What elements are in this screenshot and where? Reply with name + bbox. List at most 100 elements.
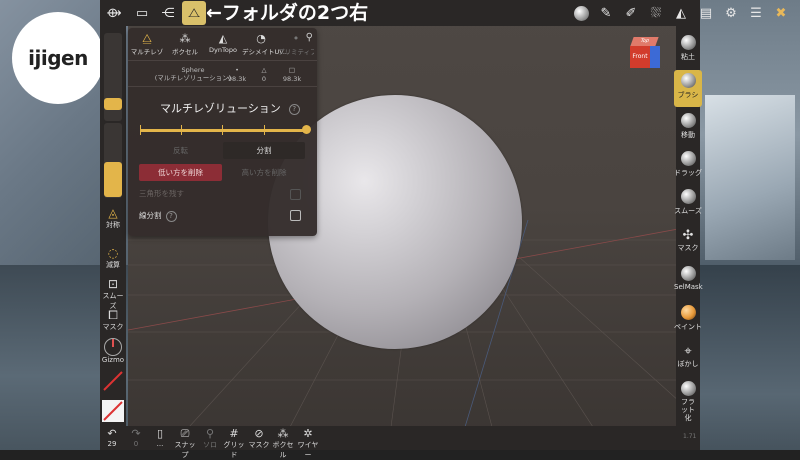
folder-icon[interactable]: ▭ <box>130 1 154 25</box>
snap-button[interactable]: ⎚ スナップ <box>172 428 198 460</box>
grid-icon: # <box>229 427 239 440</box>
phone-icon: ▯ <box>156 427 164 440</box>
delete-lower-button[interactable]: 低い方を削除 <box>139 164 222 181</box>
drag-tool[interactable]: ドラッグ <box>674 148 702 183</box>
blur-tool[interactable]: ⌖ ぼかし <box>674 341 702 376</box>
pin-icon[interactable]: ⚲ <box>306 32 313 43</box>
mask-icon: ✣ <box>682 228 694 243</box>
wireframe-icon: ✲ <box>303 427 313 440</box>
material-icon[interactable] <box>570 1 592 25</box>
paint-tool-icon[interactable]: ✎ <box>595 1 617 25</box>
lighting-icon[interactable]: ⛆ <box>645 1 667 25</box>
smooth-icon <box>680 189 696 204</box>
postprocess-icon[interactable]: ▤ <box>695 1 717 25</box>
solo-search-icon: ⚲ <box>205 427 215 440</box>
version-text: 1.71 <box>683 433 697 440</box>
tab-multires[interactable]: ⧋ マルチレゾ <box>128 32 166 56</box>
panel-tabs: ⧋ マルチレゾ ⁂ ボクセル ◭ DynTopo ◔ デシメイトUV... • … <box>128 30 317 60</box>
gizmo-icon <box>104 338 122 356</box>
annotation-text: ←フォルダの2つ右 <box>206 2 369 24</box>
list-settings-icon[interactable]: ☰ <box>745 1 767 25</box>
grid-pyramid-icon: ⧋ <box>142 32 152 45</box>
paint-icon <box>680 305 696 320</box>
eye-slash-icon: ⊘ <box>254 427 264 440</box>
scene-graph-icon[interactable]: ⋲ <box>156 1 180 25</box>
help-icon[interactable]: ? <box>165 210 177 222</box>
keep-triangles-label: 三角形を残す <box>139 189 184 198</box>
help-icon[interactable]: ? <box>288 103 300 115</box>
linear-subdivision-label: 線分割? <box>139 210 177 222</box>
stroke-icon[interactable]: ✐ <box>620 1 642 25</box>
mask-visibility-button[interactable]: ⊘ マスク <box>248 428 270 450</box>
smooth-box-icon: ⊡ <box>107 277 119 291</box>
redo-icon: ↷ <box>131 427 141 440</box>
camera-icon[interactable]: ◭ <box>670 1 692 25</box>
selmask-icon <box>680 266 696 281</box>
voxel-bottom-icon: ⁂ <box>277 427 289 440</box>
flatten-icon <box>680 381 696 396</box>
nomad-logo-icon[interactable]: ⟴ <box>102 1 126 25</box>
grid-button[interactable]: # グリッド <box>221 428 247 460</box>
reverse-button[interactable]: 反転 <box>139 142 222 159</box>
ijigen-logo: ijigen <box>12 12 104 104</box>
voxel-icon: ⁂ <box>179 32 191 45</box>
solo-button[interactable]: ⚲ ソロ <box>201 428 219 450</box>
resolution-slider[interactable] <box>140 129 306 132</box>
left-smooth-button[interactable]: ⊡ スムーズ <box>100 277 126 311</box>
undo-button[interactable]: ↶ 29 <box>104 427 120 449</box>
navigation-cube[interactable]: Top Front <box>628 37 661 70</box>
triangle-icon: △ <box>261 66 267 74</box>
brush-tool[interactable]: ブラシ <box>674 70 702 107</box>
camera-snap-icon: ⎚ <box>180 427 190 440</box>
panel-title: マルチレゾリューション? <box>160 100 300 116</box>
flatten-tool[interactable]: フラット化 <box>674 378 702 422</box>
vertex-count: • 98.3k <box>222 66 252 84</box>
linear-subdivision-checkbox[interactable] <box>290 210 301 221</box>
wireframe-button[interactable]: ✲ ワイヤー <box>296 428 320 460</box>
mask-box-icon: ⧠ <box>108 308 118 322</box>
subtract-button[interactable]: ◌ 減算 <box>100 246 126 270</box>
clay-tool[interactable]: 粘土 <box>674 32 702 69</box>
radius-slider-fill <box>104 98 122 110</box>
voxel-bottom-button[interactable]: ⁂ ボクセル <box>270 428 296 460</box>
subdivide-button[interactable]: 分割 <box>223 142 305 159</box>
intensity-slider-fill <box>104 162 122 197</box>
multires-panel: ⧋ マルチレゾ ⁂ ボクセル ◭ DynTopo ◔ デシメイトUV... • … <box>128 28 317 236</box>
subtract-icon: ◌ <box>107 246 119 260</box>
options-button[interactable]: ▯ ... <box>152 427 168 449</box>
symmetry-button[interactable]: ◬ 対称 <box>100 206 126 230</box>
vertex-icon: • <box>235 66 239 74</box>
keep-triangles-checkbox[interactable] <box>290 189 301 200</box>
clay-brush-icon <box>680 35 696 50</box>
tab-dyntopo[interactable]: ◭ DynTopo <box>204 32 242 54</box>
tools-icon[interactable]: ✖ <box>770 1 792 25</box>
left-mask-button[interactable]: ⧠ マスク <box>100 308 126 332</box>
selmask-tool[interactable]: SelMask <box>674 263 703 298</box>
quad-icon: □ <box>288 66 296 74</box>
top-toolbar-right: ✎ ✐ ⛆ ◭ ▤ ⚙ ☰ ✖ <box>570 0 792 26</box>
color-swatch-icon[interactable] <box>102 370 124 392</box>
settings-gear-icon[interactable]: ⚙ <box>720 1 742 25</box>
undo-icon: ↶ <box>107 427 117 440</box>
redo-button[interactable]: ↷ 0 <box>128 427 144 449</box>
delete-higher-button[interactable]: 高い方を削除 <box>223 164 305 181</box>
brush-icon <box>680 73 696 88</box>
topology-icon[interactable]: ⧍ <box>182 1 206 25</box>
resolution-slider-handle[interactable] <box>302 125 311 134</box>
gizmo-button[interactable]: Gizmo <box>100 338 126 364</box>
mask-tool[interactable]: ✣ マスク <box>674 225 702 260</box>
color-swatch-white-icon[interactable] <box>102 400 124 422</box>
smooth-tool[interactable]: スムーズ <box>674 186 702 221</box>
environment-right <box>700 0 800 450</box>
dyntopo-icon: ◭ <box>218 32 228 45</box>
drag-icon <box>680 151 696 166</box>
quad-count: □ 98.3k <box>277 66 307 84</box>
decimate-icon: ◔ <box>256 32 266 45</box>
paint-tool[interactable]: ペイント <box>674 302 702 337</box>
move-tool[interactable]: 移動 <box>674 110 702 145</box>
tab-decimate[interactable]: ◔ デシメイトUV... <box>242 32 289 56</box>
symmetry-icon: ◬ <box>108 206 118 220</box>
blur-icon: ⌖ <box>684 344 692 359</box>
move-icon <box>680 113 696 128</box>
tab-voxel[interactable]: ⁂ ボクセル <box>166 32 204 56</box>
